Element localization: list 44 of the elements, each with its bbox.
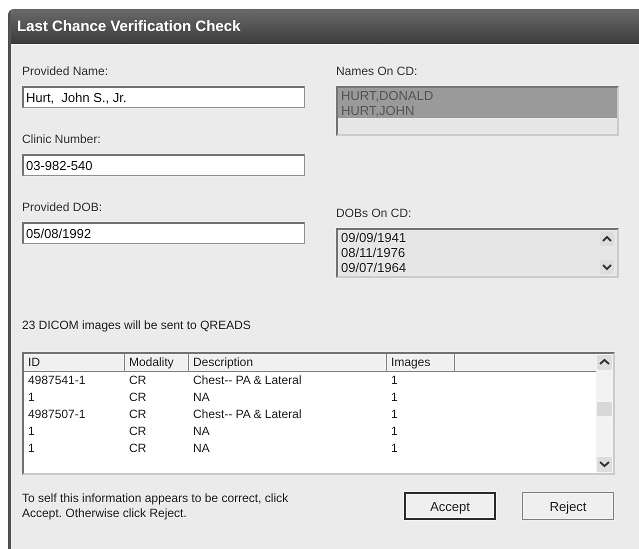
dobs-list[interactable]: 09/09/1941 08/11/1976 09/07/1964 <box>336 228 619 278</box>
name-field[interactable]: Hurt, John S., Jr. <box>22 86 305 108</box>
list-label: DOBs On CD: <box>336 206 412 222</box>
field-label: Clinic Number: <box>22 132 102 148</box>
column-header[interactable]: ID <box>24 354 125 372</box>
table-cell-text: CR <box>128 372 148 389</box>
scroll-down-icon[interactable] <box>600 260 614 274</box>
column-header[interactable]: Images <box>387 354 455 372</box>
summary-text: 23 DICOM images will be sent to QREADS <box>22 318 252 332</box>
table-cell-text: 1 <box>27 389 36 406</box>
table-cell-text: 4987507-1 <box>27 406 86 423</box>
table-cell-text: 1 <box>390 406 399 423</box>
reject-button[interactable]: Reject <box>522 492 614 520</box>
table-cell-text: 1 <box>390 372 399 389</box>
dob-field[interactable]: 05/08/1992 <box>22 222 305 244</box>
field-label: Provided Name: <box>22 64 110 80</box>
table-cell-text: NA <box>192 440 211 457</box>
table-cell-text: Chest-- PA & Lateral <box>192 406 302 423</box>
table-cell-text: NA <box>192 389 211 406</box>
list-item[interactable]: 08/11/1976 <box>338 245 617 260</box>
scrollbar-drawing[interactable] <box>596 354 613 473</box>
table-cell-text: Chest-- PA & Lateral <box>192 372 302 389</box>
table-cell-text: CR <box>128 440 148 457</box>
scroll-up-icon[interactable] <box>600 232 614 246</box>
list-item[interactable]: 09/07/1964 <box>338 260 617 275</box>
table-cell-text: 1 <box>390 389 399 406</box>
table-cell-text: CR <box>128 406 148 423</box>
table-cell-text: CR <box>128 423 148 440</box>
list-item[interactable]: 09/09/1941 <box>338 230 617 245</box>
column-header[interactable]: Modality <box>125 354 189 372</box>
table-cell-text: 1 <box>27 440 36 457</box>
table-cell-text: 1 <box>390 423 399 440</box>
table-cell-text: NA <box>192 423 211 440</box>
list-label: Names On CD: <box>336 64 418 80</box>
table-cell-text: 1 <box>27 423 36 440</box>
instruction-text: To self this information appears to be correct, click Accept. Otherwise click Reject. <box>22 491 290 521</box>
table-cell-text: CR <box>128 389 148 406</box>
field-label: Provided DOB: <box>22 200 104 216</box>
accept-button[interactable]: Accept <box>404 492 496 520</box>
table-cell-text: 1 <box>390 440 399 457</box>
clinic-number-field[interactable]: 03-982-540 <box>22 154 305 176</box>
table-cell-text: 4987541-1 <box>27 372 86 389</box>
column-header[interactable]: Description <box>189 354 387 372</box>
window-title: Last Chance Verification Check <box>11 9 639 44</box>
